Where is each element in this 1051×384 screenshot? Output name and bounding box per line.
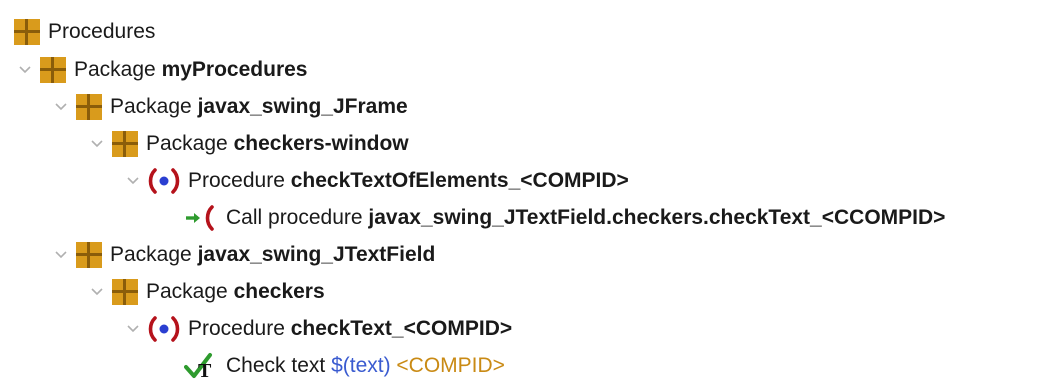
tree-item-package-checkers-window[interactable]: Package checkers-window	[86, 126, 409, 162]
package-icon	[112, 131, 138, 157]
chevron-down-icon[interactable]	[50, 89, 72, 125]
tree-item-suffix: <COMPID>	[403, 317, 513, 340]
chevron-down-icon[interactable]	[50, 237, 72, 273]
tree-item-kind: Procedure	[188, 317, 285, 340]
tree-item-name: checkers	[233, 280, 325, 303]
package-icon	[40, 57, 66, 83]
procedure-icon	[148, 167, 180, 195]
tree-item-kind: Package	[146, 132, 228, 155]
tree-item-name: javax_swing_JTextField	[197, 243, 436, 266]
tree-item-tag: <COMPID>	[396, 354, 505, 377]
tree-item-kind: Procedure	[188, 169, 285, 192]
tree-item-kind: Package	[74, 58, 156, 81]
tree-item-check-text[interactable]: T Check text $(text) <COMPID>	[184, 348, 505, 384]
procedure-icon	[148, 315, 180, 343]
tree-root-label: Procedures	[48, 20, 156, 43]
package-icon	[14, 19, 40, 45]
procedures-tree: Procedures Package myProcedures Package …	[0, 0, 1051, 381]
chevron-down-icon[interactable]	[122, 311, 144, 347]
package-icon	[112, 279, 138, 305]
tree-item-kind: Package	[110, 243, 192, 266]
chevron-down-icon[interactable]	[86, 274, 108, 310]
chevron-down-icon[interactable]	[14, 52, 36, 88]
tree-item-package-javax-swing-jframe[interactable]: Package javax_swing_JFrame	[50, 89, 408, 125]
chevron-down-icon[interactable]	[122, 163, 144, 199]
tree-root-procedures[interactable]: Procedures	[14, 14, 155, 50]
tree-item-kind: Package	[110, 95, 192, 118]
tree-item-package-myprocedures[interactable]: Package myProcedures	[14, 52, 307, 88]
chevron-down-icon[interactable]	[86, 126, 108, 162]
tree-item-kind: Package	[146, 280, 228, 303]
tree-item-kind: Call procedure	[226, 206, 363, 229]
tree-item-procedure-checktext[interactable]: Procedure checkText_ <COMPID>	[122, 311, 512, 347]
package-icon	[76, 94, 102, 120]
package-icon	[76, 242, 102, 268]
tree-item-name: javax_swing_JFrame	[197, 95, 408, 118]
tree-item-procedure-checktextofelements[interactable]: Procedure checkTextOfElements_ <COMPID>	[122, 163, 629, 199]
tree-item-variable: $(text)	[331, 354, 391, 377]
tree-item-package-checkers[interactable]: Package checkers	[86, 274, 325, 310]
tree-item-package-javax-swing-jtextfield[interactable]: Package javax_swing_JTextField	[50, 237, 435, 273]
tree-item-name: javax_swing_JTextField.checkers.checkTex…	[368, 206, 822, 229]
tree-item-name: checkTextOfElements_	[290, 169, 521, 192]
tree-item-suffix: <CCOMPID>	[821, 206, 946, 229]
tree-item-kind: Check text	[226, 354, 326, 377]
call-procedure-icon	[184, 204, 218, 232]
tree-item-name: myProcedures	[161, 58, 308, 81]
check-text-icon: T	[184, 351, 218, 381]
tree-item-name: checkers-window	[233, 132, 409, 155]
tree-item-suffix: <COMPID>	[520, 169, 629, 192]
tree-item-name: checkText_	[290, 317, 404, 340]
tree-item-call-procedure[interactable]: Call procedure javax_swing_JTextField.ch…	[184, 200, 945, 236]
